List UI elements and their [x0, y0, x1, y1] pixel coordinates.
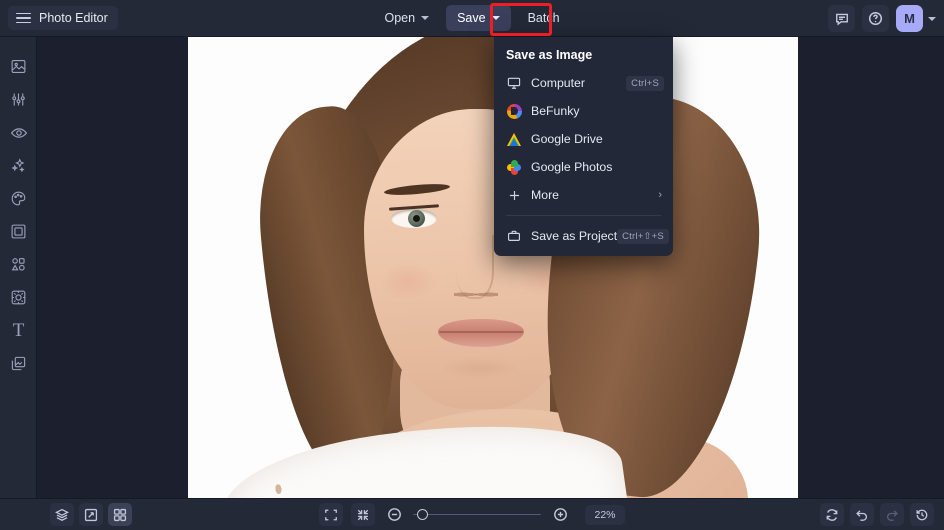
save-menu-button[interactable]: Save	[446, 5, 511, 31]
zoom-controls: 22%	[0, 503, 944, 526]
menu-item-computer-label: Computer	[531, 76, 585, 90]
menu-item-save-as-project[interactable]: Save as Project Ctrl+⇧+S	[494, 224, 673, 248]
palette-icon	[11, 191, 26, 206]
bottom-right-tools	[820, 503, 934, 526]
open-menu-button[interactable]: Open	[373, 5, 440, 31]
menu-item-google-photos[interactable]: Google Photos	[494, 155, 673, 179]
redo-icon	[887, 509, 898, 521]
fit-screen-icon	[325, 509, 338, 520]
sparkles-icon	[11, 158, 25, 173]
texture-icon	[11, 290, 26, 305]
shapes-icon	[11, 258, 25, 271]
portrait-photo	[188, 37, 798, 498]
main-menu: Open Save Batch	[0, 5, 944, 31]
user-avatar[interactable]: M	[896, 5, 923, 32]
menu-divider	[506, 215, 661, 216]
zoom-level-value[interactable]: 22%	[585, 504, 625, 525]
chevron-down-icon	[421, 16, 430, 20]
minus-circle-icon	[388, 508, 401, 521]
menu-item-befunky-label: BeFunky	[531, 104, 580, 118]
sidebar-item-text[interactable]: T	[0, 314, 37, 347]
eye-icon	[10, 127, 27, 138]
reset-button[interactable]	[820, 503, 844, 526]
save-as-image-heading: Save as Image	[506, 48, 593, 62]
layers-overlay-icon	[11, 356, 26, 371]
sidebar-item-edit[interactable]	[0, 50, 37, 83]
chevron-down-icon	[491, 16, 500, 20]
sidebar-item-graphics[interactable]	[0, 248, 37, 281]
text-t-icon: T	[12, 319, 25, 341]
menu-item-computer-shortcut: Ctrl+S	[626, 75, 664, 91]
history-button[interactable]	[910, 503, 934, 526]
befunky-logo-icon	[506, 103, 522, 119]
save-dropdown-menu: Save as Image Computer Ctrl+S BeFunky Go…	[494, 37, 673, 256]
google-drive-icon	[506, 131, 522, 147]
bottom-bar: 22%	[0, 498, 944, 530]
sidebar-item-retouch[interactable]	[0, 116, 37, 149]
user-menu-chevron-down-icon[interactable]	[928, 16, 936, 21]
menu-item-more-label: More	[531, 188, 560, 202]
undo-icon	[856, 509, 867, 521]
frame-icon	[11, 224, 26, 239]
fit-to-screen-button[interactable]	[319, 503, 344, 526]
open-menu-label: Open	[384, 11, 416, 25]
zoom-slider-thumb[interactable]	[417, 509, 429, 520]
menu-item-more[interactable]: More ›	[494, 183, 673, 207]
zoom-in-button[interactable]	[549, 504, 571, 526]
chat-icon	[835, 13, 848, 26]
zoom-slider[interactable]	[413, 507, 542, 523]
google-photos-icon	[506, 159, 522, 175]
menu-item-google-drive-label: Google Drive	[531, 132, 603, 146]
menu-item-computer[interactable]: Computer Ctrl+S	[494, 71, 673, 95]
menu-item-befunky[interactable]: BeFunky	[494, 99, 673, 123]
image-edit-icon	[11, 59, 26, 74]
monitor-icon	[506, 75, 522, 91]
menu-item-google-photos-label: Google Photos	[531, 160, 613, 174]
batch-menu-label: Batch	[527, 11, 560, 25]
undo-button[interactable]	[850, 503, 874, 526]
sidebar-item-frames[interactable]	[0, 215, 37, 248]
collapse-arrows-icon	[358, 509, 369, 520]
batch-menu-button[interactable]: Batch	[517, 5, 571, 31]
menu-item-google-drive[interactable]: Google Drive	[494, 127, 673, 151]
question-mark-icon	[868, 11, 883, 26]
menu-item-save-as-project-shortcut: Ctrl+⇧+S	[617, 228, 669, 244]
image-canvas[interactable]	[188, 37, 798, 498]
history-icon	[916, 509, 928, 520]
reset-icon	[826, 508, 838, 521]
feedback-button[interactable]	[828, 5, 855, 32]
plus-icon	[506, 187, 522, 203]
sidebar-item-touch-up[interactable]	[0, 83, 37, 116]
chevron-right-icon: ›	[658, 189, 662, 201]
top-bar: Photo Editor Open Save Batch M	[0, 0, 944, 37]
briefcase-icon	[506, 228, 522, 244]
plus-circle-icon	[554, 508, 567, 521]
top-bar-right-controls: M	[828, 0, 936, 37]
redo-button[interactable]	[880, 503, 904, 526]
zoom-out-button[interactable]	[383, 504, 405, 526]
help-button[interactable]	[862, 5, 889, 32]
tools-sidebar: T	[0, 37, 37, 498]
sidebar-item-effects[interactable]	[0, 149, 37, 182]
sidebar-item-textures[interactable]	[0, 281, 37, 314]
menu-item-save-as-project-label: Save as Project	[531, 229, 618, 243]
full-screen-button[interactable]	[351, 503, 376, 526]
canvas-workspace[interactable]	[37, 37, 944, 498]
sliders-icon	[12, 93, 25, 106]
zoom-slider-track	[413, 513, 542, 516]
sidebar-item-artsy[interactable]	[0, 182, 37, 215]
sidebar-item-overlays[interactable]	[0, 347, 37, 380]
photo-editor-app: Photo Editor Open Save Batch M T Save as…	[0, 0, 944, 530]
save-menu-label: Save	[457, 11, 486, 25]
